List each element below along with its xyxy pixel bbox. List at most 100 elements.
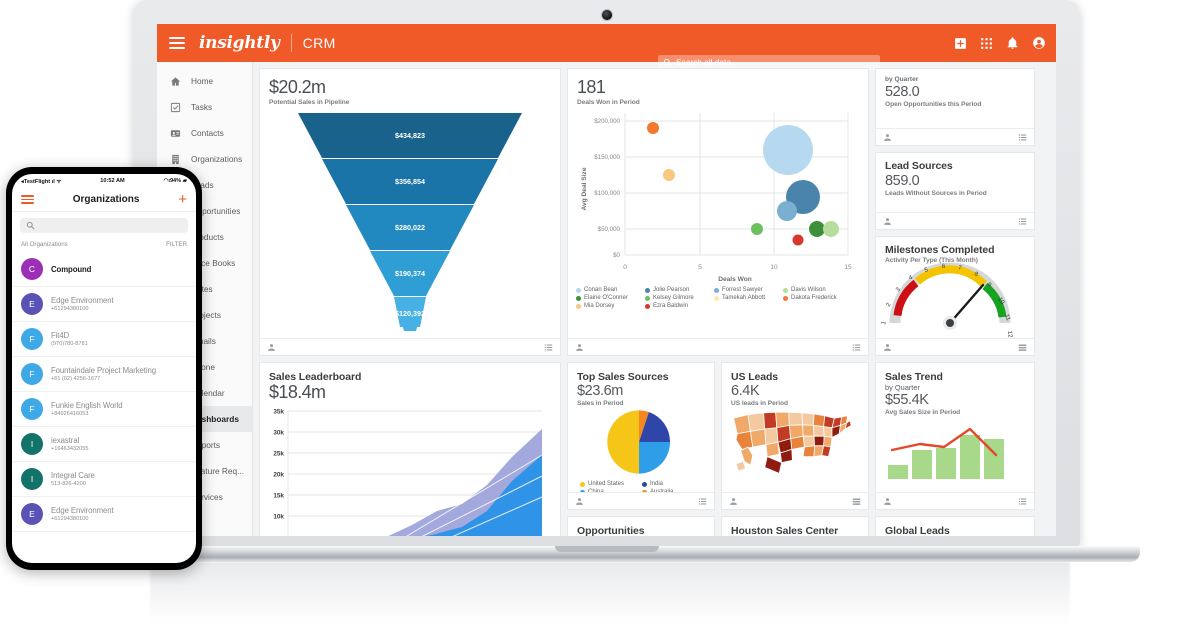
filter-button[interactable]: FILTER xyxy=(166,241,187,248)
list-view-icon[interactable] xyxy=(852,343,861,352)
avatar: F xyxy=(21,328,43,350)
owner-person-icon[interactable] xyxy=(575,343,584,352)
avatar: F xyxy=(21,363,43,385)
list-view-icon[interactable] xyxy=(544,343,553,352)
card-houston-sales-center[interactable]: Houston Sales Center $23.5m xyxy=(721,516,869,536)
card-us-leads[interactable]: US Leads 6.4K US leads in Period xyxy=(721,362,869,510)
open-opps-value: 528.0 xyxy=(885,84,920,100)
owner-person-icon[interactable] xyxy=(883,343,892,352)
pie-chart xyxy=(607,410,671,474)
svg-text:15k: 15k xyxy=(273,493,284,500)
svg-text:1: 1 xyxy=(881,320,888,325)
card-lead-sources-body: Lead Sources 859.0 Leads Without Sources… xyxy=(876,153,1034,212)
header-actions xyxy=(954,24,1046,62)
legend-item: India xyxy=(642,481,704,487)
legend-item: Jolie Pearson xyxy=(645,287,714,293)
grid-view-icon[interactable] xyxy=(1018,343,1027,352)
card-sales-trend[interactable]: Sales Trend by Quarter $55.4K Avg Sales … xyxy=(875,362,1035,510)
org-phone: +16463432055 xyxy=(51,446,89,453)
add-organization-button[interactable]: + xyxy=(178,192,187,207)
list-item[interactable]: F Fit4D (970)780-8781 xyxy=(12,322,196,357)
card-sales-trend-footer xyxy=(876,492,1034,509)
card-opportunities[interactable]: Opportunities 12m xyxy=(567,516,715,536)
bubble-conan-bean xyxy=(763,125,813,175)
org-phone: (970)780-8781 xyxy=(51,341,88,348)
card-pipeline[interactable]: $20.2m Potential Sales in Pipeline $434,… xyxy=(259,68,561,356)
card-open-opportunities[interactable]: by Quarter 528.0 Open Opportunities this… xyxy=(875,68,1035,146)
account-circle-icon[interactable] xyxy=(1032,36,1046,50)
sales-trend-value: $55.4K xyxy=(885,392,929,408)
card-lead-sources[interactable]: Lead Sources 859.0 Leads Without Sources… xyxy=(875,152,1035,230)
list-view-icon[interactable] xyxy=(698,497,707,506)
card-global-leads-body: Global Leads 628.0 xyxy=(876,517,1034,536)
add-box-icon[interactable] xyxy=(954,37,967,50)
menu-toggle-icon[interactable] xyxy=(169,37,185,49)
list-view-icon[interactable] xyxy=(1018,133,1027,142)
pie-slice-united-states xyxy=(607,410,639,474)
legend-item: Forrest Sawyer xyxy=(714,287,783,293)
legend-item: Elaine O'Conner xyxy=(576,295,645,301)
card-deals-won-body: 181 Deals Won in Period $200,000 $150,00… xyxy=(568,69,868,338)
phone-page-title: Organizations xyxy=(72,194,140,205)
bell-icon[interactable] xyxy=(1006,36,1019,50)
apps-grid-icon[interactable] xyxy=(980,37,993,50)
list-item[interactable]: C Compound xyxy=(12,252,196,287)
card-sales-leaderboard[interactable]: Sales Leaderboard $18.4m 35k 30k 25k 20k… xyxy=(259,362,561,536)
list-item[interactable]: I iexastral +16463432055 xyxy=(12,427,196,462)
card-lead-sources-footer xyxy=(876,212,1034,229)
list-view-icon[interactable] xyxy=(1018,497,1027,506)
bubble-forrest-sawyer xyxy=(777,201,797,221)
card-milestones-footer xyxy=(876,338,1034,355)
legend-item: Davis Wilson xyxy=(783,287,852,293)
surface-reflection xyxy=(150,562,1070,634)
card-milestones[interactable]: Milestones Completed Activity Per Type (… xyxy=(875,236,1035,356)
sidebar-label: Organizations xyxy=(191,154,243,164)
svg-text:$200,000: $200,000 xyxy=(594,118,620,125)
svg-text:$150,000: $150,000 xyxy=(594,154,620,161)
phone-search-input[interactable] xyxy=(20,218,188,233)
list-item[interactable]: F Funkie English World +84926416053 xyxy=(12,392,196,427)
sidebar-item-contacts[interactable]: Contacts xyxy=(157,120,252,146)
list-scope-label: All Organizations xyxy=(21,241,68,248)
list-item[interactable]: I Integral Care 513-826-4200 xyxy=(12,462,196,497)
list-item[interactable]: E Edge Environment +61294380100 xyxy=(12,497,196,532)
owner-person-icon[interactable] xyxy=(267,343,276,352)
bubble-mia-dorsey xyxy=(663,169,675,181)
owner-person-icon[interactable] xyxy=(575,497,584,506)
list-view-icon[interactable] xyxy=(1018,217,1027,226)
funnel-label-3: $280,022 xyxy=(395,223,425,232)
avatar: I xyxy=(21,433,43,455)
list-item[interactable]: E Edge Environment +61294380100 xyxy=(12,287,196,322)
global-leads-title: Global Leads xyxy=(885,525,950,536)
card-open-opportunities-body: by Quarter 528.0 Open Opportunities this… xyxy=(876,69,1034,128)
grid-view-icon[interactable] xyxy=(852,497,861,506)
legend-item: Tamekah Abbott xyxy=(714,295,783,301)
pie-slice-china xyxy=(639,442,671,474)
card-deals-won[interactable]: 181 Deals Won in Period $200,000 $150,00… xyxy=(567,68,869,356)
org-phone: +61294380100 xyxy=(51,306,89,313)
building-icon xyxy=(169,153,181,165)
sidebar-label: Home xyxy=(191,76,214,86)
card-sales-leaderboard-body: Sales Leaderboard $18.4m 35k 30k 25k 20k… xyxy=(260,363,560,536)
top-sources-value: $23.6m xyxy=(577,383,623,399)
svg-text:$50,000: $50,000 xyxy=(598,226,621,233)
phone-menu-icon[interactable] xyxy=(21,195,34,204)
gauge-value: 8.7 xyxy=(876,337,1034,338)
svg-text:25k: 25k xyxy=(273,451,284,458)
sidebar-item-home[interactable]: Home xyxy=(157,68,252,94)
card-top-sales-sources[interactable]: Top Sales Sources $23.6m Sales in Period… xyxy=(567,362,715,510)
svg-text:35k: 35k xyxy=(273,409,284,416)
sidebar-item-tasks[interactable]: Tasks xyxy=(157,94,252,120)
owner-person-icon[interactable] xyxy=(729,497,738,506)
owner-person-icon[interactable] xyxy=(883,217,892,226)
app-name-label: CRM xyxy=(302,35,336,51)
card-top-sales-sources-body: Top Sales Sources $23.6m Sales in Period… xyxy=(568,363,714,492)
card-pipeline-body: $20.2m Potential Sales in Pipeline $434,… xyxy=(260,69,560,338)
list-item[interactable]: F Fountaindale Project Marketing +61 (02… xyxy=(12,357,196,392)
owner-person-icon[interactable] xyxy=(883,133,892,142)
svg-text:15: 15 xyxy=(844,264,852,271)
legend-item: United States xyxy=(580,481,642,487)
checkbox-icon xyxy=(169,101,181,113)
owner-person-icon[interactable] xyxy=(883,497,892,506)
card-global-leads[interactable]: Global Leads 628.0 xyxy=(875,516,1035,536)
